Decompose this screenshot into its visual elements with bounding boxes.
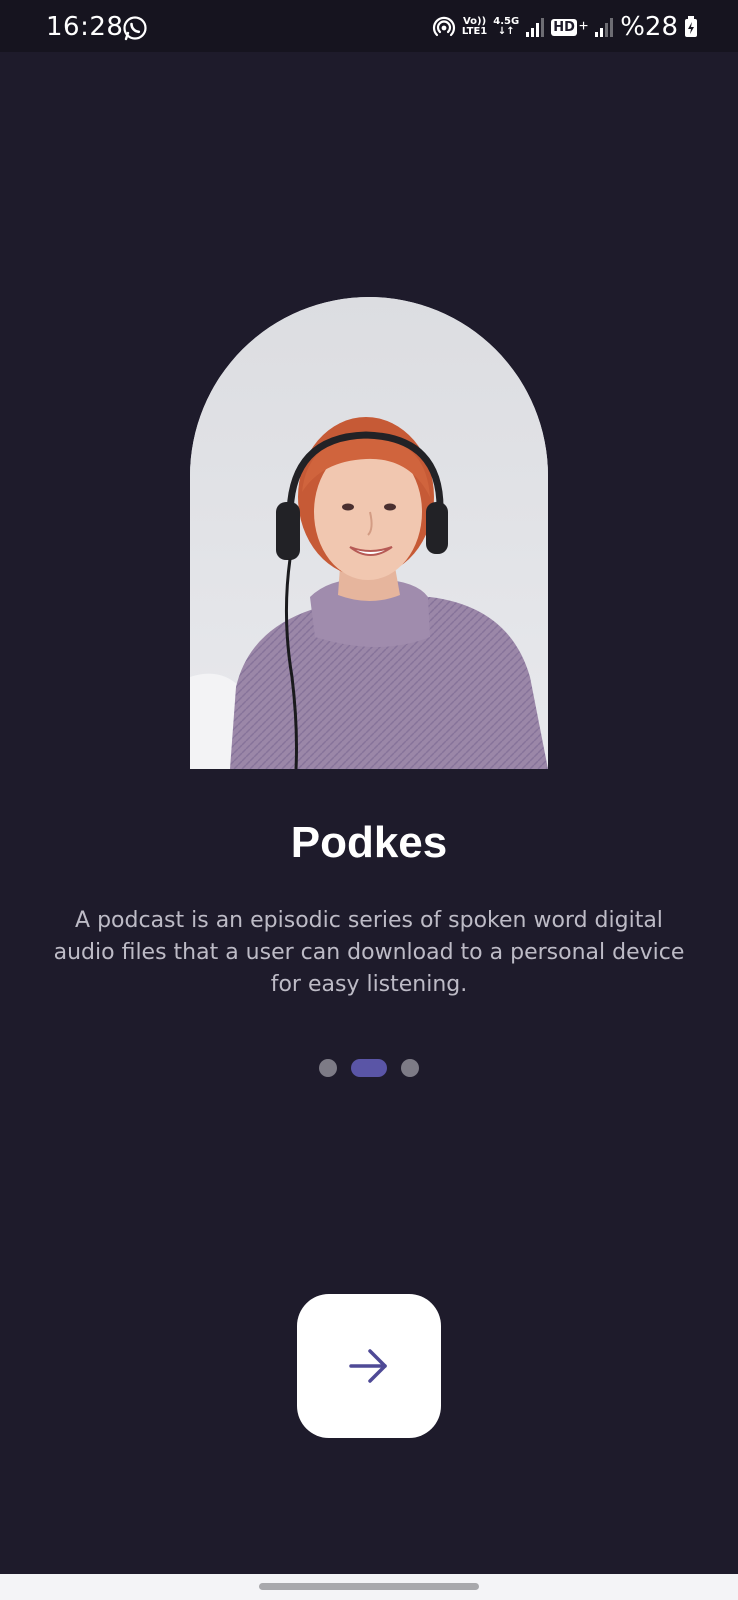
signal-icon-2	[595, 18, 614, 37]
next-button[interactable]	[297, 1294, 441, 1438]
whatsapp-icon	[123, 16, 147, 41]
battery-icon	[685, 16, 697, 37]
network-gen-indicator: 4.5G ↓↑	[493, 17, 519, 37]
home-gesture-handle[interactable]	[259, 1583, 479, 1590]
status-bar: 16:28 Vo)) LTE1 4.5G ↓↑ HD + %28	[0, 0, 738, 52]
onboarding-description: A podcast is an episodic series of spoke…	[53, 908, 685, 997]
hero-image	[190, 297, 548, 769]
hd-voice-indicator: HD +	[551, 18, 588, 36]
page-indicator	[0, 1059, 738, 1077]
plus-icon: +	[578, 18, 589, 35]
data-arrows-icon: ↓↑	[497, 26, 515, 37]
podcast-listener-illustration	[190, 297, 548, 769]
page-dot-2-active[interactable]	[351, 1059, 387, 1077]
hd-voice-label: HD	[551, 18, 577, 36]
status-time: 16:28	[46, 12, 124, 42]
page-dot-3[interactable]	[401, 1059, 419, 1077]
volte-indicator: Vo)) LTE1	[462, 17, 487, 37]
hotspot-icon	[432, 16, 456, 37]
status-icons: Vo)) LTE1 4.5G ↓↑ HD + %28	[432, 12, 698, 42]
lte-label: LTE1	[461, 26, 488, 37]
battery-percent: %28	[620, 12, 678, 42]
arrow-right-icon	[349, 1349, 387, 1383]
navigation-bar	[0, 1574, 738, 1600]
signal-icon	[526, 18, 545, 37]
onboarding-title: Podkes	[290, 818, 448, 867]
page-dot-1[interactable]	[319, 1059, 337, 1077]
